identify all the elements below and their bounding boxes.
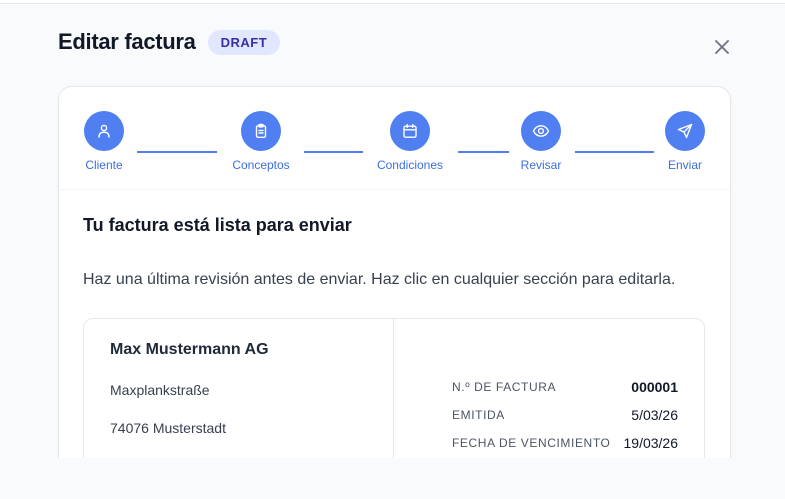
step-enviar[interactable]: Enviar <box>664 111 706 172</box>
step-cliente[interactable]: Cliente <box>83 111 125 172</box>
step-conceptos[interactable]: Conceptos <box>227 111 295 172</box>
step-connector <box>304 151 363 153</box>
company-street: Maxplankstraße <box>110 382 210 398</box>
close-icon <box>715 40 729 54</box>
company-city: 74076 Musterstadt <box>110 420 226 436</box>
step-circle <box>390 111 430 151</box>
step-connector <box>137 151 217 153</box>
eye-icon <box>532 125 550 137</box>
viewport-bottom <box>0 458 785 499</box>
meta-label: N.º DE FACTURA <box>452 380 557 394</box>
close-button[interactable] <box>711 36 733 58</box>
due-date: 19/03/26 <box>623 435 679 451</box>
invoice-number-row: N.º DE FACTURA 000001 <box>452 379 678 395</box>
status-badge: DRAFT <box>207 29 281 55</box>
issued-row: EMITIDA 5/03/26 <box>452 407 678 423</box>
step-label: Cliente <box>85 158 123 172</box>
send-icon <box>677 123 693 139</box>
top-bar <box>0 0 785 4</box>
step-label: Enviar <box>667 158 702 172</box>
modal-header: Editar factura DRAFT <box>58 29 281 55</box>
section-title: Tu factura está lista para enviar <box>83 215 352 235</box>
step-circle <box>84 111 124 151</box>
company-name: Max Mustermann AG <box>110 341 269 358</box>
step-label: Revisar <box>520 158 562 172</box>
step-connector <box>458 151 509 153</box>
step-condiciones[interactable]: Condiciones <box>372 111 448 172</box>
due-row: FECHA DE VENCIMIENTO 19/03/26 <box>452 435 678 451</box>
stepper: Cliente Conceptos Condiciones Revisar En… <box>59 87 730 190</box>
meta-label: EMITIDA <box>452 408 505 422</box>
step-revisar[interactable]: Revisar <box>517 111 565 172</box>
user-icon <box>98 124 110 138</box>
step-circle <box>521 111 561 151</box>
step-label: Condiciones <box>376 158 444 172</box>
calendar-icon <box>403 123 417 138</box>
invoice-card: Cliente Conceptos Condiciones Revisar En… <box>58 86 731 488</box>
clipboard-icon <box>255 123 267 138</box>
page-title: Editar factura <box>58 29 196 54</box>
step-label: Conceptos <box>232 158 290 172</box>
issued-date: 5/03/26 <box>631 407 678 423</box>
review-description: Haz una última revisión antes de enviar.… <box>83 271 676 288</box>
step-circle <box>241 111 281 151</box>
invoice-number: 000001 <box>631 379 678 395</box>
step-connector <box>575 151 654 153</box>
step-circle <box>665 111 705 151</box>
meta-label: FECHA DE VENCIMIENTO <box>452 436 611 450</box>
